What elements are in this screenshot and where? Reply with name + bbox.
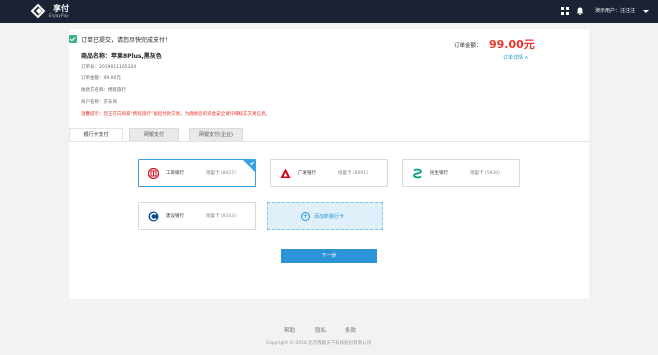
footer-link-help[interactable]: 帮助 bbox=[284, 326, 295, 334]
cgb-icon bbox=[280, 168, 291, 178]
amount-value: 99.00元 bbox=[489, 38, 535, 51]
brand-subtitle: EnjoyPay bbox=[49, 13, 69, 18]
tab-online-banking-enterprise[interactable]: 网银支付(企业) bbox=[189, 128, 243, 141]
bank-name: 民生银行 bbox=[430, 171, 448, 176]
order-number: 订单号：2019011105204 bbox=[81, 65, 137, 70]
copyright-text: Copyright © 2018 北京我趣天下科技股份有限公司 bbox=[266, 341, 372, 346]
bell-icon[interactable] bbox=[576, 7, 584, 15]
card-type: 储蓄卡 (8103) bbox=[206, 214, 236, 219]
amount-label: 订单金额： bbox=[454, 43, 482, 49]
product-name: 商品名称：苹果8Plus,黑灰色 bbox=[81, 53, 162, 60]
order-detail-link[interactable]: 订单详情 ∧ bbox=[503, 54, 528, 61]
add-card-label: 添加新银行卡 bbox=[314, 214, 345, 220]
payment-tabs: 银行卡支付 网银支付 网银支付(企业) bbox=[69, 128, 589, 142]
bank-card-list: 工商银行 储蓄卡 (8027) 广发银行 储蓄卡 (8091) 民生银行 储蓄卡… bbox=[69, 142, 589, 299]
payee-name: 收款方名称：携程旅行 bbox=[81, 88, 126, 93]
enjoypay-logo-icon[interactable] bbox=[30, 3, 46, 19]
payment-panel: 订单已提交，请您尽快完成支付！ 商品名称：苹果8Plus,黑灰色 订单号：201… bbox=[69, 29, 589, 299]
card-type: 储蓄卡 (8027) bbox=[206, 171, 236, 176]
bank-name: 广发银行 bbox=[298, 171, 316, 176]
cmbc-icon bbox=[413, 168, 422, 179]
grid-icon[interactable] bbox=[561, 7, 569, 15]
top-navbar: 享付 EnjoyPay 演示用户：汪汪汪 bbox=[0, 0, 658, 23]
order-submitted-message: 订单已提交，请您尽快完成支付！ bbox=[81, 37, 172, 44]
icbc-icon bbox=[148, 168, 159, 179]
bank-card-icbc[interactable]: 工商银行 储蓄卡 (8027) bbox=[138, 159, 256, 187]
bank-card-cgb[interactable]: 广发银行 储蓄卡 (8091) bbox=[270, 159, 388, 187]
tab-bank-card[interactable]: 银行卡支付 bbox=[69, 128, 123, 141]
current-user-label[interactable]: 演示用户：汪汪汪 bbox=[595, 7, 635, 14]
card-type: 储蓄卡 (8091) bbox=[338, 171, 368, 176]
security-warning: 温馨提示：您正在向商家“携程旅行”发起付款交易，为确保您的资金安全请仔细核实交易… bbox=[81, 112, 271, 117]
order-amount-line: 订单金额：99.00元 bbox=[81, 76, 121, 81]
footer-link-terms[interactable]: 条款 bbox=[345, 326, 356, 334]
tab-online-banking[interactable]: 网银支付 bbox=[129, 128, 179, 141]
next-step-button[interactable]: 下一步 bbox=[281, 249, 377, 263]
add-bank-card-button[interactable]: + 添加新银行卡 bbox=[267, 202, 383, 230]
bank-card-cmbc[interactable]: 民生银行 储蓄卡 (5930) bbox=[402, 159, 520, 187]
bank-card-ccb[interactable]: 建设银行 储蓄卡 (8103) bbox=[138, 202, 256, 230]
bank-name: 建设银行 bbox=[166, 214, 184, 219]
plus-icon: + bbox=[301, 212, 310, 221]
ccb-icon bbox=[148, 211, 159, 222]
check-icon bbox=[69, 35, 77, 43]
footer-link-privacy[interactable]: 隐私 bbox=[315, 326, 326, 334]
card-type: 储蓄卡 (5930) bbox=[470, 171, 500, 176]
merchant-name: 商户名称：京东商 bbox=[81, 100, 117, 105]
caret-down-icon[interactable] bbox=[643, 10, 649, 13]
bank-name: 工商银行 bbox=[166, 171, 184, 176]
